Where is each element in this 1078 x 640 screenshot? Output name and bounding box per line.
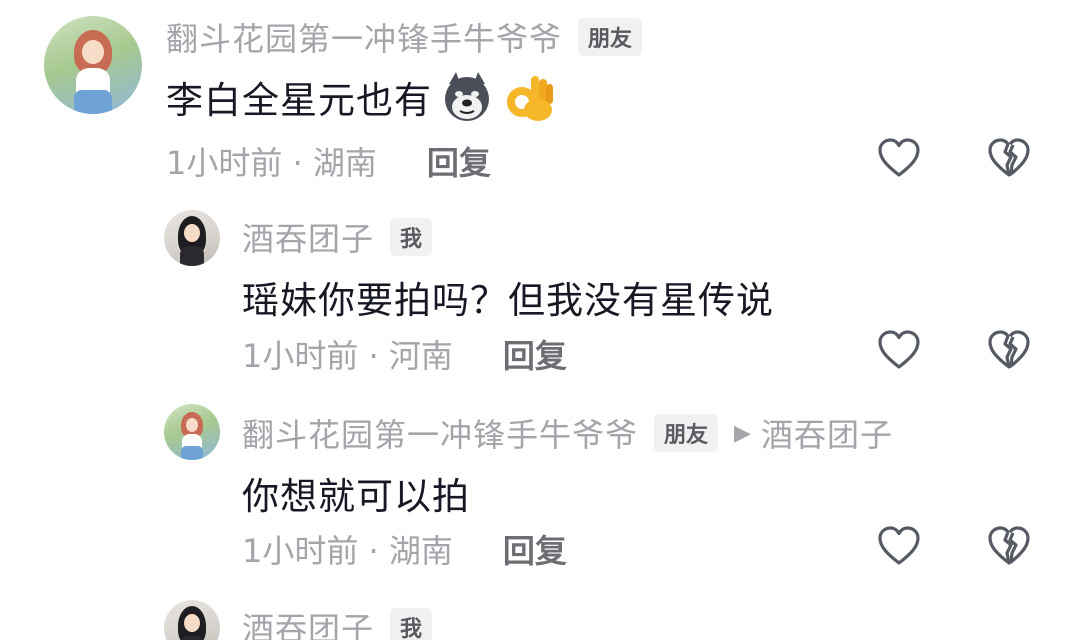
author-name[interactable]: 酒吞团子 xyxy=(242,214,374,260)
comment-item: 翻斗花园第一冲锋手牛爷爷 朋友 李白全星元也有 1小时前 · 湖南 回复 xyxy=(0,0,1078,200)
avatar[interactable] xyxy=(164,600,220,640)
reply-button[interactable]: 回复 xyxy=(503,331,567,377)
triangle-right-icon: ▶ xyxy=(734,420,751,446)
friend-badge: 朋友 xyxy=(654,414,719,452)
reply-to-name[interactable]: 酒吞团子 xyxy=(761,410,893,456)
time-location: 1小时前 · 河南 xyxy=(242,337,453,375)
heart-outline-icon[interactable] xyxy=(876,524,922,570)
heart-outline-icon[interactable] xyxy=(876,136,922,182)
broken-heart-outline-icon[interactable] xyxy=(986,328,1032,374)
avatar[interactable] xyxy=(164,404,220,460)
husky-dog-emoji xyxy=(445,72,489,121)
comment-text: 瑶妹你要拍吗？但我没有星传说 xyxy=(242,279,774,322)
comment-text-row: 李白全星元也有 xyxy=(166,70,556,124)
me-badge: 我 xyxy=(390,218,433,256)
comment-text: 你想就可以拍 xyxy=(242,475,470,518)
comment-text: 李白全星元也有 xyxy=(166,79,432,122)
author-name[interactable]: 翻斗花园第一冲锋手牛爷爷 xyxy=(166,14,562,60)
avatar[interactable] xyxy=(44,16,142,114)
broken-heart-outline-icon[interactable] xyxy=(986,524,1032,570)
broken-heart-outline-icon[interactable] xyxy=(986,136,1032,182)
reply-item: 酒吞团子 我 xyxy=(0,592,1078,640)
me-badge: 我 xyxy=(390,608,433,640)
heart-outline-icon[interactable] xyxy=(876,328,922,374)
time-location: 1小时前 · 湖南 xyxy=(166,144,377,182)
friend-badge: 朋友 xyxy=(578,18,643,56)
author-name[interactable]: 酒吞团子 xyxy=(242,604,374,640)
time-location: 1小时前 · 湖南 xyxy=(242,532,453,570)
reply-button[interactable]: 回复 xyxy=(503,526,567,572)
ok-hand-emoji xyxy=(507,76,553,121)
author-name[interactable]: 翻斗花园第一冲锋手牛爷爷 xyxy=(242,410,638,456)
avatar[interactable] xyxy=(164,210,220,266)
reply-button[interactable]: 回复 xyxy=(427,138,491,184)
reply-item: 酒吞团子 我 瑶妹你要拍吗？但我没有星传说 1小时前 · 河南 回复 xyxy=(0,200,1078,400)
reply-item: 翻斗花园第一冲锋手牛爷爷 朋友 ▶ 酒吞团子 你想就可以拍 1小时前 · 湖南 … xyxy=(0,396,1078,596)
